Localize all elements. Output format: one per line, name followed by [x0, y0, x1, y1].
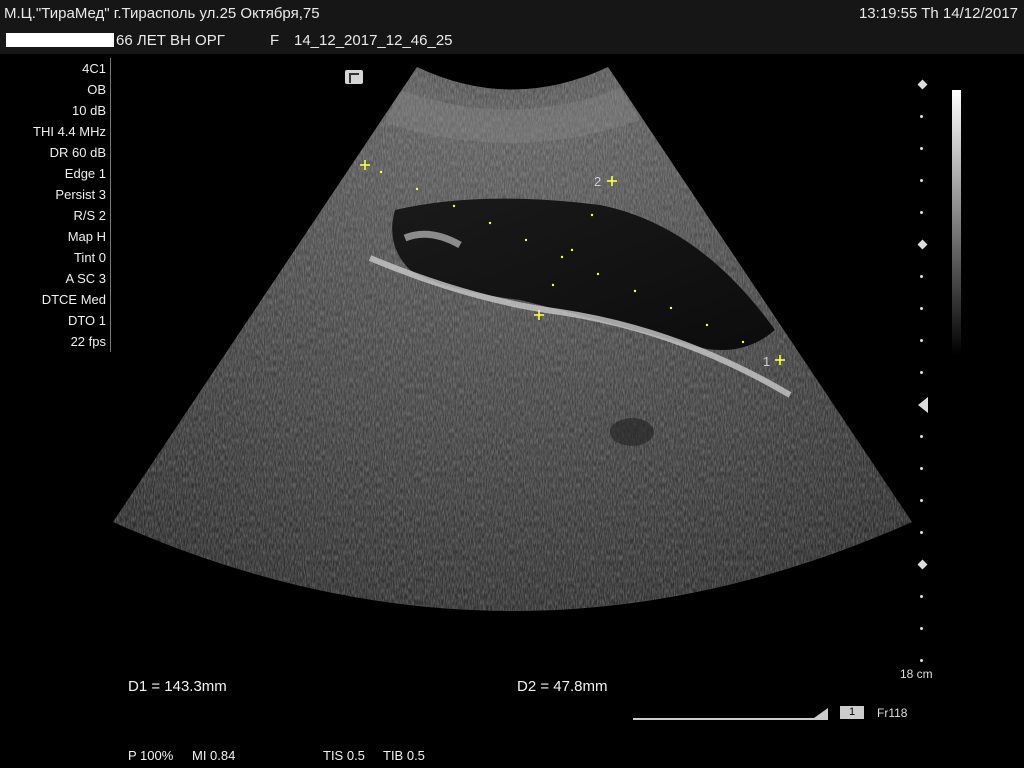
measurement-d2: D2 = 47.8mm	[517, 678, 608, 695]
focus-marker-icon[interactable]	[918, 397, 928, 413]
mechanical-index: MI 0.84	[192, 748, 236, 763]
cine-slider[interactable]	[633, 712, 828, 720]
frame-label: Fr118	[877, 706, 908, 720]
scale-minor-tick	[920, 275, 923, 278]
scale-minor-tick	[920, 115, 923, 118]
scale-minor-tick	[920, 435, 923, 438]
scale-minor-tick	[920, 499, 923, 502]
scale-minor-tick	[920, 307, 923, 310]
caliper-label-2: 2	[594, 174, 601, 189]
thermal-index-soft: TIS 0.5	[323, 748, 365, 763]
scale-minor-tick	[920, 147, 923, 150]
scan-sector	[113, 67, 912, 611]
thermal-index-bone: TIB 0.5	[383, 748, 425, 763]
frame-index: 1	[840, 706, 864, 719]
scale-minor-tick	[920, 467, 923, 470]
measurement-d1: D1 = 143.3mm	[128, 678, 227, 695]
scale-minor-tick	[920, 211, 923, 214]
ultrasound-image[interactable]: 2 1	[0, 0, 1024, 768]
grayscale-bar	[952, 90, 961, 355]
depth-label: 18 cm	[900, 667, 933, 681]
scale-minor-tick	[920, 595, 923, 598]
scale-minor-tick	[920, 339, 923, 342]
scale-minor-tick	[920, 627, 923, 630]
caliper-label-1: 1	[763, 354, 770, 369]
scale-minor-tick	[920, 659, 923, 662]
scale-minor-tick	[920, 179, 923, 182]
acoustic-power: P 100%	[128, 748, 174, 763]
scale-minor-tick	[920, 531, 923, 534]
cine-slider-handle[interactable]	[814, 708, 828, 718]
scale-minor-tick	[920, 371, 923, 374]
